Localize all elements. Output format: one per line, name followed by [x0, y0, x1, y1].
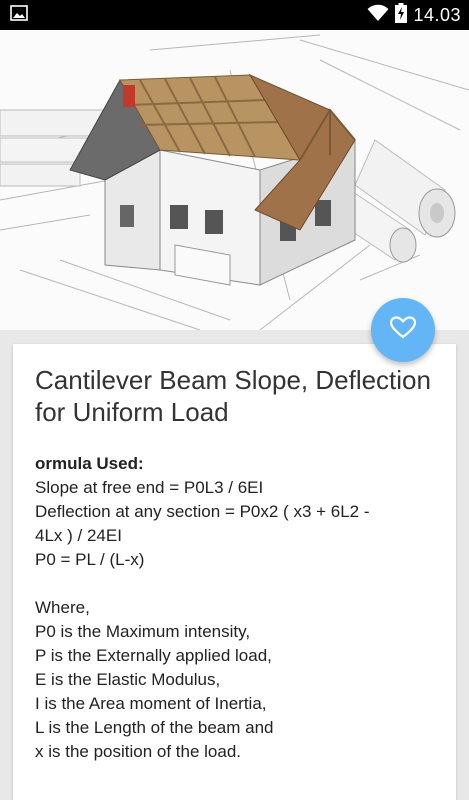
- where-label: Where,: [35, 598, 90, 617]
- hero-image: [0, 30, 469, 330]
- definition-line: x is the position of the load.: [35, 742, 242, 761]
- definition-line: I is the Area moment of Inertia,: [35, 694, 267, 713]
- formula-heading: ormula Used:: [35, 454, 144, 473]
- battery-charging-icon: [395, 2, 408, 28]
- wifi-icon: [367, 4, 389, 27]
- formula-line: P0 = PL / (L-x): [35, 550, 145, 569]
- card-title: Cantilever Beam Slope, Deflection for Un…: [35, 365, 431, 427]
- formula-line: Slope at free end = P0L3 / 6EI: [35, 478, 264, 497]
- image-notification-icon: [10, 4, 28, 26]
- definition-line: L is the Length of the beam and: [35, 718, 274, 737]
- favorite-button[interactable]: [371, 298, 435, 362]
- formula-line: 4Lx ) / 24EI: [35, 526, 122, 545]
- status-time: 14.03: [413, 4, 461, 25]
- heart-outline-icon: [389, 315, 417, 345]
- definition-line: P is the Externally applied load,: [35, 646, 272, 665]
- status-bar: 14.03: [0, 0, 469, 30]
- definition-line: P0 is the Maximum intensity,: [35, 622, 251, 641]
- content-card: Cantilever Beam Slope, Deflection for Un…: [13, 344, 456, 800]
- definition-line: E is the Elastic Modulus,: [35, 670, 221, 689]
- formula-line: Deflection at any section = P0x2 ( x3 + …: [35, 502, 370, 521]
- house-blueprint-image: [0, 34, 469, 330]
